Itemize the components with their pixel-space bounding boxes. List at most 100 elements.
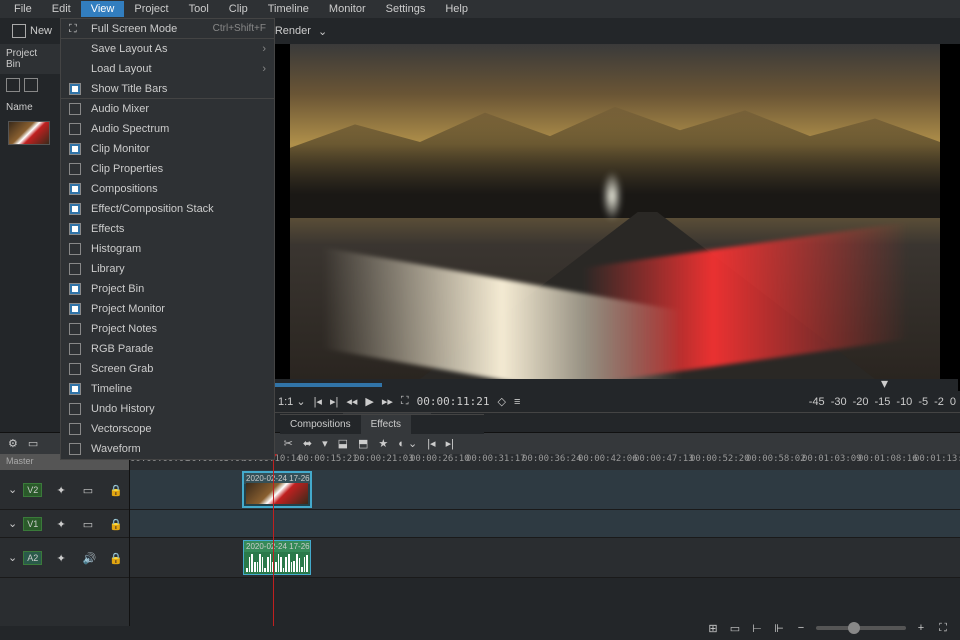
view-menu-item[interactable]: Vectorscope <box>61 419 274 439</box>
view-menu-item[interactable]: Project Bin <box>61 279 274 299</box>
lock-icon[interactable]: 🔒 <box>109 484 121 496</box>
bin-add-icon[interactable] <box>6 78 20 92</box>
view-menu-item[interactable]: Library <box>61 259 274 279</box>
tab-compositions[interactable]: Compositions <box>280 415 361 434</box>
preview-timecode[interactable]: 00:00:11:21 <box>417 395 490 408</box>
chevron-down-icon[interactable]: ⌄ <box>8 551 17 564</box>
view-menu-item[interactable]: Load Layout› <box>61 59 274 79</box>
crop-icon[interactable]: ⛶ <box>401 395 409 408</box>
zoom-out-icon[interactable]: − <box>794 621 808 635</box>
tl-overwrite-icon[interactable]: ⬓ <box>338 437 348 450</box>
track-v2[interactable]: 2020-02-24 17-26 <box>130 470 960 510</box>
chevron-down-icon[interactable]: ⌄ <box>8 517 17 530</box>
tags-icon[interactable]: ⊞ <box>706 621 720 635</box>
view-menu-item[interactable]: Screen Grab <box>61 359 274 379</box>
goto-start-icon[interactable]: |◂ <box>314 395 322 408</box>
menu-view[interactable]: View <box>81 1 125 17</box>
view-menu-item[interactable]: Waveform <box>61 439 274 459</box>
view-menu-item[interactable]: Compositions <box>61 179 274 199</box>
tl-insert-icon[interactable]: ⬒ <box>358 437 368 450</box>
checkbox-icon <box>69 203 81 215</box>
fit-icon[interactable]: ⊩ <box>772 621 786 635</box>
view-menu-item[interactable]: Show Title Bars <box>61 79 274 99</box>
timeline-tracks[interactable]: 00:00:00:0000:00:05:0700:00:10:1400:00:1… <box>130 454 960 626</box>
tl-config-icon[interactable]: ⚙ <box>8 437 18 450</box>
view-menu-item[interactable]: Project Monitor <box>61 299 274 319</box>
chevron-down-icon[interactable]: ⌄ <box>8 483 17 496</box>
thumbs-icon[interactable]: ▭ <box>728 621 742 635</box>
tl-spacer-icon[interactable]: ⬌ <box>303 437 312 450</box>
view-menu-item[interactable]: Histogram <box>61 239 274 259</box>
bin-name-header[interactable]: Name <box>0 96 60 119</box>
tl-next-icon[interactable]: ▸| <box>446 437 454 450</box>
bin-folder-icon[interactable] <box>24 78 38 92</box>
track-header-v1[interactable]: ⌄ V1 ✦ ▭ 🔒 <box>0 510 129 538</box>
tl-cut-icon[interactable]: ✂ <box>284 437 293 450</box>
lock-icon[interactable]: 🔒 <box>109 518 121 530</box>
track-header-a2[interactable]: ⌄ A2 ✦ 🔊 🔒 <box>0 538 129 578</box>
tl-favorite-icon[interactable]: ★ <box>378 437 388 450</box>
video-clip[interactable]: 2020-02-24 17-26 <box>243 472 311 507</box>
menu-project[interactable]: Project <box>124 1 178 17</box>
checkbox-icon <box>69 423 81 435</box>
view-menu-item[interactable]: Timeline <box>61 379 274 399</box>
ruler-mark: 00:00:47:13 <box>634 454 694 464</box>
zoom-ratio[interactable]: 1:1 ⌄ <box>278 395 306 408</box>
tl-prev-icon[interactable]: |◂ <box>427 437 435 450</box>
tl-marker-icon[interactable]: ▾ <box>322 437 328 450</box>
menu-tool[interactable]: Tool <box>179 1 219 17</box>
view-menu-item[interactable]: Audio Spectrum <box>61 119 274 139</box>
track-v1[interactable] <box>130 510 960 538</box>
snap-icon[interactable]: ⊢ <box>750 621 764 635</box>
view-menu-item[interactable]: Clip Properties <box>61 159 274 179</box>
play-icon[interactable]: ▶ <box>365 395 373 408</box>
fx-icon[interactable]: ✦ <box>56 484 68 496</box>
fx-icon[interactable]: ✦ <box>56 552 68 564</box>
view-menu-item[interactable]: Project Notes <box>61 319 274 339</box>
mute-icon[interactable]: ▭ <box>83 484 95 496</box>
track-header-v2[interactable]: ⌄ V2 ✦ ▭ 🔒 <box>0 470 129 510</box>
view-menu-item[interactable]: ⛶Full Screen ModeCtrl+Shift+F <box>61 19 274 39</box>
menu-file[interactable]: File <box>4 1 42 17</box>
view-menu-item[interactable]: RGB Parade <box>61 339 274 359</box>
ffwd-icon[interactable]: ▸▸ <box>382 395 393 408</box>
playhead[interactable] <box>273 454 274 626</box>
menu-edit[interactable]: Edit <box>42 1 81 17</box>
fullscreen-icon[interactable]: ⛶ <box>936 621 950 635</box>
fx-icon[interactable]: ✦ <box>56 518 68 530</box>
preview-menu-icon[interactable]: ≡ <box>514 396 520 408</box>
track-label-a2: A2 <box>23 551 42 565</box>
lock-icon[interactable]: 🔒 <box>109 552 121 564</box>
menu-timeline[interactable]: Timeline <box>258 1 319 17</box>
checkbox-icon <box>69 223 81 235</box>
view-menu-item[interactable]: Undo History <box>61 399 274 419</box>
audio-levels: -45-30-20-15-10-5-20 <box>809 396 956 408</box>
view-menu-item[interactable]: Effect/Composition Stack <box>61 199 274 219</box>
zoom-in-icon[interactable]: + <box>914 621 928 635</box>
tl-preview-icon[interactable]: ◐ ⌄ <box>398 437 417 450</box>
rewind-icon[interactable]: ◂◂ <box>346 395 357 408</box>
tl-track-icon[interactable]: ▭ <box>28 437 38 450</box>
menu-clip[interactable]: Clip <box>219 1 258 17</box>
checkbox-icon <box>69 303 81 315</box>
new-button[interactable]: New <box>8 22 56 40</box>
project-bin-panel: Project Bin Name <box>0 44 60 432</box>
menu-settings[interactable]: Settings <box>376 1 436 17</box>
audio-clip[interactable]: 2020-02-24 17-26 <box>243 540 311 575</box>
view-menu-item[interactable]: Audio Mixer <box>61 99 274 119</box>
mute-icon[interactable]: ▭ <box>83 518 95 530</box>
view-menu-item[interactable]: Save Layout As› <box>61 39 274 59</box>
menu-help[interactable]: Help <box>435 1 478 17</box>
preview-scrubber[interactable]: ▾ <box>272 379 958 391</box>
view-menu-item[interactable]: Clip Monitor <box>61 139 274 159</box>
view-menu-item[interactable]: Effects <box>61 219 274 239</box>
bin-clip-thumbnail[interactable] <box>8 121 50 145</box>
zoom-slider[interactable] <box>816 626 906 630</box>
timecode-stepper-icon[interactable]: ◇ <box>497 395 505 408</box>
goto-end-icon[interactable]: ▸| <box>330 395 338 408</box>
preview-viewport[interactable] <box>290 44 940 379</box>
menu-monitor[interactable]: Monitor <box>319 1 376 17</box>
speaker-icon[interactable]: 🔊 <box>83 552 95 564</box>
track-a2[interactable]: 2020-02-24 17-26 <box>130 538 960 578</box>
tab-effects[interactable]: Effects <box>361 415 411 434</box>
